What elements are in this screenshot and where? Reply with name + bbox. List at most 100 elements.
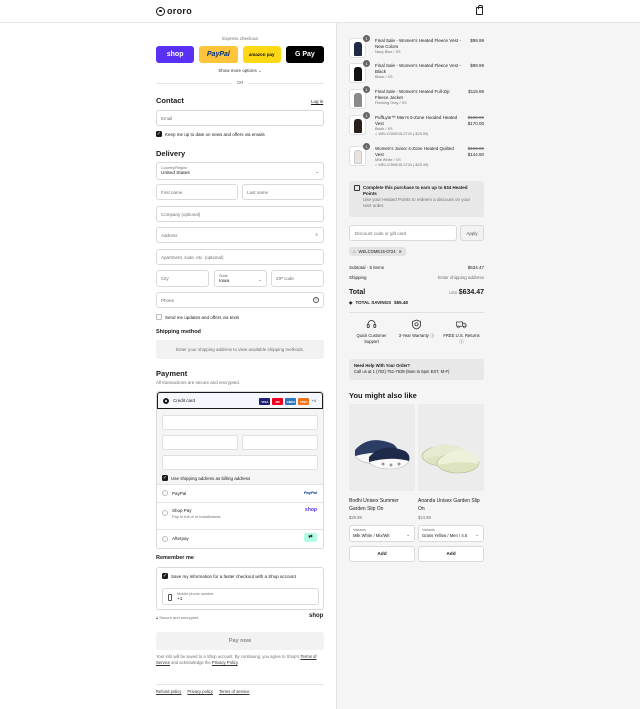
- vest-icon: [354, 119, 362, 133]
- divider: [349, 312, 484, 313]
- discount-code-input[interactable]: Discount code or gift card: [349, 225, 457, 241]
- or-divider: OR: [156, 80, 324, 86]
- variant-select[interactable]: Variants Grass Yellow / Men / 4.5 ⌄: [418, 525, 484, 542]
- cart-item: 1 Final Sale - Women's Heated Full-Zip F…: [349, 86, 484, 111]
- shipping-label: Shipping: [349, 275, 367, 280]
- product-name: Bodhi Unisex Summer Garden Slip On: [349, 498, 399, 512]
- chevron-down-icon: ⌄: [258, 68, 262, 73]
- info-icon[interactable]: ⓘ: [430, 333, 434, 338]
- mobile-value: +1: [177, 596, 183, 602]
- product-image[interactable]: [349, 404, 415, 491]
- newsletter-checkbox-row[interactable]: ✓ Keep me up to date on news and offers …: [156, 131, 265, 137]
- card-brand-icons: VISA MC AMEX DISC +4: [259, 398, 316, 405]
- shop-pay-button[interactable]: shop: [156, 46, 195, 63]
- first-name-field[interactable]: First name: [156, 184, 238, 200]
- card-name-field[interactable]: [162, 455, 318, 470]
- save-info-checkbox-row[interactable]: ✓ Save my information for a faster check…: [162, 573, 296, 579]
- cart-item: 1 Final Sale - Women's Heated Fleece Ves…: [349, 60, 484, 85]
- company-field[interactable]: Company (optional): [156, 206, 324, 222]
- add-to-cart-button[interactable]: Add: [349, 546, 415, 562]
- show-more-options-link[interactable]: Show more options ⌄: [156, 68, 324, 74]
- email-field[interactable]: Email: [156, 110, 324, 126]
- divider: [156, 684, 324, 685]
- checkbox-checked-icon[interactable]: ✓: [162, 573, 168, 579]
- apply-discount-button[interactable]: Apply: [460, 225, 484, 241]
- card-expiry-field[interactable]: [162, 435, 238, 450]
- tag-icon: ⌂: [375, 132, 378, 137]
- login-link[interactable]: Log in: [311, 99, 323, 104]
- afterpay-option[interactable]: Afterpay ⇄: [157, 529, 323, 548]
- brand-logo[interactable]: ororo: [156, 6, 192, 16]
- credit-card-option[interactable]: Credit card VISA MC AMEX DISC +4: [157, 392, 323, 409]
- apartment-field[interactable]: Apartment, suite, etc. (optional): [156, 249, 324, 265]
- last-name-field[interactable]: Last name: [242, 184, 324, 200]
- product-name: Ananda Unisex Garden Slip On: [418, 498, 480, 512]
- radio-selected-icon[interactable]: [163, 397, 169, 404]
- applied-discount-tag: ⌂ WELCOME15-0724 ✕: [349, 247, 407, 256]
- add-to-cart-button[interactable]: Add: [418, 546, 484, 562]
- radio-unselected-icon[interactable]: [162, 490, 168, 496]
- points-heading: Complete this purchase to earn up to 634…: [363, 185, 468, 196]
- help-icon[interactable]: ?: [313, 296, 319, 303]
- city-field[interactable]: City: [156, 270, 209, 287]
- terms-of-service-link[interactable]: Terms of service: [219, 689, 249, 694]
- mobile-phone-field[interactable]: Mobile phone number +1: [162, 588, 319, 605]
- zip-field[interactable]: ZIP code: [271, 270, 324, 287]
- tag-icon: ⌂: [353, 249, 356, 254]
- sms-label: Send me updates and offers via texts: [165, 314, 240, 320]
- amazon-pay-button[interactable]: amazon pay: [242, 46, 281, 63]
- variant-value: Grass Yellow / Men / 4.5: [422, 533, 468, 538]
- feature-support: Quick Customer Support: [349, 319, 394, 357]
- phone-placeholder: Phone: [161, 297, 175, 303]
- billing-same-checkbox-row[interactable]: ✓ Use shipping address as billing addres…: [162, 475, 250, 481]
- shipping-row: Shipping Enter shipping address: [349, 275, 484, 280]
- info-icon[interactable]: ⓘ: [459, 339, 463, 345]
- privacy-link[interactable]: Privacy Policy: [212, 660, 238, 665]
- email-placeholder: Email: [161, 115, 173, 121]
- shoppay-option[interactable]: Shop Pay Pay in full or in installments s…: [157, 502, 323, 529]
- subtotal-value: $634.47: [467, 265, 484, 270]
- trust-features: Quick Customer Support 3-Year Warranty ⓘ…: [349, 319, 484, 357]
- paypal-option[interactable]: PayPal PayPal: [157, 484, 323, 502]
- gift-icon: [354, 185, 360, 191]
- address-field[interactable]: Address ⌕: [156, 227, 324, 243]
- shipping-value: Enter shipping address: [437, 275, 484, 280]
- feature-label: Quick Customer Support: [356, 333, 387, 344]
- quantity-badge: 1: [363, 60, 370, 67]
- help-title: Need Help With Your Order?: [354, 363, 411, 368]
- fine-text-1: Your info will be saved to a Shop accoun…: [156, 654, 300, 659]
- item-name: Final Sale - Women's Heated Fleece Vest …: [375, 38, 461, 49]
- checkbox-unchecked-icon[interactable]: [156, 314, 162, 320]
- product-image[interactable]: [418, 404, 484, 491]
- payment-heading: Payment: [156, 369, 188, 378]
- sms-checkbox-row[interactable]: Send me updates and offers via texts: [156, 314, 239, 320]
- cart-bag-icon[interactable]: [476, 5, 483, 15]
- state-select[interactable]: State Iowa ⌄: [214, 270, 267, 287]
- pay-now-button[interactable]: Pay now: [156, 632, 324, 650]
- google-pay-button[interactable]: G Pay: [285, 46, 324, 63]
- city-placeholder: City: [161, 276, 169, 281]
- item-variant: Black / XS: [375, 74, 393, 79]
- item-name: Final Sale - Women's Heated Fleece Vest …: [375, 63, 461, 74]
- first-name-placeholder: First name: [161, 189, 183, 195]
- radio-unselected-icon[interactable]: [162, 535, 168, 542]
- radio-unselected-icon[interactable]: [162, 510, 168, 516]
- shipping-notice: Enter your shipping address to view avai…: [156, 340, 324, 359]
- paypal-button[interactable]: PayPal: [199, 46, 238, 63]
- item-price: $144.50: [467, 151, 484, 157]
- variant-select[interactable]: Variants Milk White / Mix/Wit ⌄: [349, 525, 415, 542]
- visa-icon: VISA: [259, 398, 271, 405]
- checkbox-checked-icon[interactable]: ✓: [162, 475, 168, 481]
- remove-code-icon[interactable]: ✕: [399, 249, 403, 254]
- privacy-policy-link[interactable]: Privacy policy: [187, 689, 213, 694]
- card-number-field[interactable]: [162, 415, 318, 430]
- discount-placeholder: Discount code or gift card: [355, 230, 407, 236]
- phone-field[interactable]: Phone ?: [156, 292, 324, 308]
- country-select[interactable]: Country/Region United States ⌄: [156, 162, 324, 180]
- item-variant: Flecking Gray / XS: [375, 100, 407, 105]
- refund-policy-link[interactable]: Refund policy: [156, 689, 181, 694]
- checkbox-checked-icon[interactable]: ✓: [156, 131, 162, 137]
- newsletter-label: Keep me up to date on news and offers vi…: [165, 131, 265, 137]
- item-price: $119.99: [468, 89, 484, 94]
- card-cvc-field[interactable]: [242, 435, 318, 450]
